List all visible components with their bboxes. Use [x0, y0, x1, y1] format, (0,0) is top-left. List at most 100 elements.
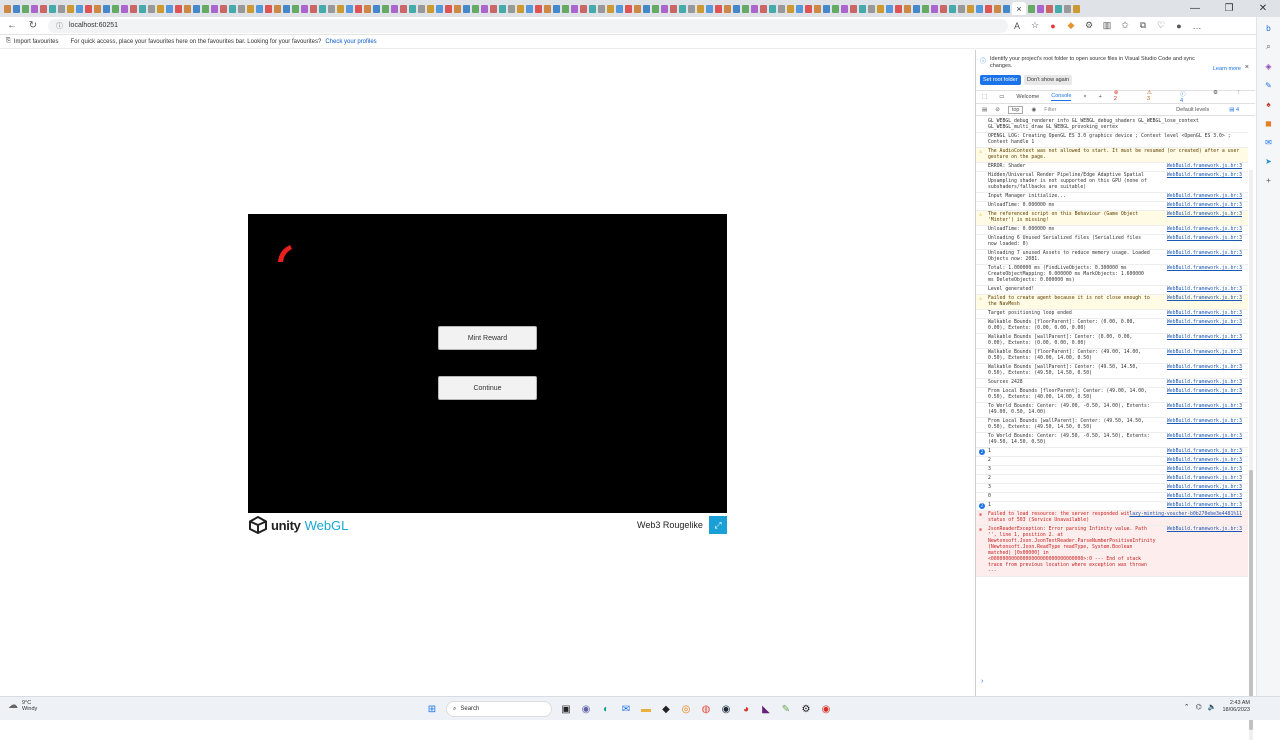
close-tab-icon[interactable]: ×	[1016, 4, 1021, 14]
browser-tab[interactable]	[148, 4, 155, 13]
info-icon[interactable]: ⓘ	[56, 21, 63, 31]
browser-tab[interactable]	[1064, 4, 1071, 13]
browser-tab[interactable]	[49, 4, 56, 13]
settings-icon[interactable]: ⚙	[1213, 90, 1218, 104]
check-profiles-link[interactable]: Check your profiles	[325, 39, 376, 45]
url-field[interactable]: ⓘ localhost:60251	[48, 18, 1008, 33]
favourites-icon[interactable]: ✩	[1116, 17, 1134, 35]
source-link[interactable]: WebBuild.framework.js.br:3	[1167, 266, 1242, 272]
browser-tab[interactable]	[382, 4, 389, 13]
browser-tab[interactable]	[607, 4, 614, 13]
app-icon[interactable]: ◍	[696, 699, 716, 719]
source-link[interactable]: WebBuild.framework.js.br:3	[1167, 251, 1242, 257]
browser-tab[interactable]	[220, 4, 227, 13]
browser-tab[interactable]	[733, 4, 740, 13]
browser-tab[interactable]	[40, 4, 47, 13]
browser-tab[interactable]	[517, 4, 524, 13]
visual-studio-icon[interactable]: ◣	[756, 699, 776, 719]
browser-tab[interactable]	[1003, 4, 1010, 13]
source-link[interactable]: WebBuild.framework.js.br:3	[1166, 212, 1242, 218]
tools-icon[interactable]: ✎	[1262, 78, 1276, 92]
browser-tab[interactable]	[1073, 4, 1080, 13]
split-screen-icon[interactable]: ▥	[1098, 17, 1116, 35]
bing-icon[interactable]: b	[1262, 21, 1276, 35]
continue-button[interactable]: Continue	[438, 376, 537, 400]
browser-tab[interactable]	[112, 4, 119, 13]
browser-tab[interactable]	[319, 4, 326, 13]
filter-input[interactable]: Filter	[1044, 107, 1056, 113]
browser-tab[interactable]	[913, 4, 920, 13]
browser-tab[interactable]	[139, 4, 146, 13]
source-link[interactable]: WebBuild.framework.js.br:3	[1167, 419, 1242, 425]
browser-tab[interactable]	[130, 4, 137, 13]
browser-tab[interactable]	[850, 4, 857, 13]
browser-tab[interactable]	[463, 4, 470, 13]
browser-tab[interactable]	[958, 4, 965, 13]
source-link[interactable]: WebBuild.framework.js.br:3	[1167, 494, 1242, 500]
source-link[interactable]: WebBuild.framework.js.br:3	[1167, 380, 1242, 386]
import-favourites-icon[interactable]: ⎘	[6, 38, 11, 45]
browser-tab[interactable]	[85, 4, 92, 13]
browser-tab[interactable]	[571, 4, 578, 13]
add-icon[interactable]: +	[1262, 173, 1276, 187]
console-prompt[interactable]: ›	[976, 678, 1248, 692]
browser-tab[interactable]	[166, 4, 173, 13]
browser-tab[interactable]	[499, 4, 506, 13]
browser-tab[interactable]	[805, 4, 812, 13]
console-scrollbar[interactable]	[1249, 170, 1253, 740]
maximize-button[interactable]: ❐	[1212, 0, 1246, 17]
scrollbar-thumb[interactable]	[1249, 470, 1253, 730]
browser-tab[interactable]	[301, 4, 308, 13]
source-link[interactable]: WebBuild.framework.js.br:3	[1167, 434, 1242, 440]
steam-icon[interactable]: ◉	[716, 699, 736, 719]
browser-tab[interactable]	[985, 4, 992, 13]
chrome-icon[interactable]: ◕	[736, 699, 756, 719]
sidebar-toggle-icon[interactable]: ▤	[982, 107, 987, 113]
browser-tab[interactable]	[931, 4, 938, 13]
browser-tab[interactable]	[58, 4, 65, 13]
browser-tab[interactable]	[823, 4, 830, 13]
office-icon[interactable]: ◼	[1262, 116, 1276, 130]
app-icon[interactable]: ◉	[816, 699, 836, 719]
browser-tab[interactable]	[643, 4, 650, 13]
more-menu-icon[interactable]: …	[1188, 17, 1206, 35]
browser-tab[interactable]	[310, 4, 317, 13]
log-levels-select[interactable]: Default levels	[1176, 107, 1209, 113]
browser-tab[interactable]	[877, 4, 884, 13]
source-link[interactable]: WebBuild.framework.js.br:3	[1167, 365, 1242, 371]
more-icon[interactable]: ⋮	[1236, 90, 1242, 104]
browser-tab[interactable]	[31, 4, 38, 13]
minimize-button[interactable]: —	[1178, 0, 1212, 17]
browser-tab[interactable]	[292, 4, 299, 13]
browser-tab[interactable]	[67, 4, 74, 13]
unity-hub-icon[interactable]: ◆	[656, 699, 676, 719]
source-link[interactable]: WebBuild.framework.js.br:3	[1167, 350, 1242, 356]
source-link[interactable]: WebBuild.framework.js.br:3	[1167, 335, 1242, 341]
browser-tab[interactable]	[418, 4, 425, 13]
file-explorer-icon[interactable]: ▬	[636, 699, 656, 719]
source-link[interactable]: WebBuild.framework.js.br:3	[1167, 458, 1242, 464]
browser-tab[interactable]	[886, 4, 893, 13]
browser-tab[interactable]	[211, 4, 218, 13]
browser-tab[interactable]	[103, 4, 110, 13]
browser-tab[interactable]	[256, 4, 263, 13]
browser-tab[interactable]	[553, 4, 560, 13]
inspect-icon[interactable]: ⬚	[982, 94, 987, 100]
source-link[interactable]: WebBuild.framework.js.br:3	[1167, 287, 1242, 293]
browser-tab[interactable]	[1046, 4, 1053, 13]
browser-tab[interactable]	[238, 4, 245, 13]
refresh-icon[interactable]: ↻	[24, 17, 42, 35]
chevron-up-icon[interactable]: ⌃	[1184, 703, 1190, 711]
mail-icon[interactable]: ✉	[616, 699, 636, 719]
browser-tab[interactable]	[715, 4, 722, 13]
learn-more-link[interactable]: Learn more	[1213, 66, 1241, 72]
source-link[interactable]: WebBuild.framework.js.br:3	[1166, 296, 1242, 302]
browser-tab[interactable]	[634, 4, 641, 13]
browser-tab[interactable]	[922, 4, 929, 13]
profile-avatar[interactable]: ●	[1170, 17, 1188, 35]
error-count[interactable]: ⊗ 2	[1114, 90, 1129, 104]
network-icon[interactable]: ⌬	[1196, 703, 1202, 711]
source-link[interactable]: WebBuild.framework.js.br:3	[1167, 449, 1242, 455]
browser-tab[interactable]	[247, 4, 254, 13]
source-link[interactable]: WebBuild.framework.js.br:3	[1167, 467, 1242, 473]
